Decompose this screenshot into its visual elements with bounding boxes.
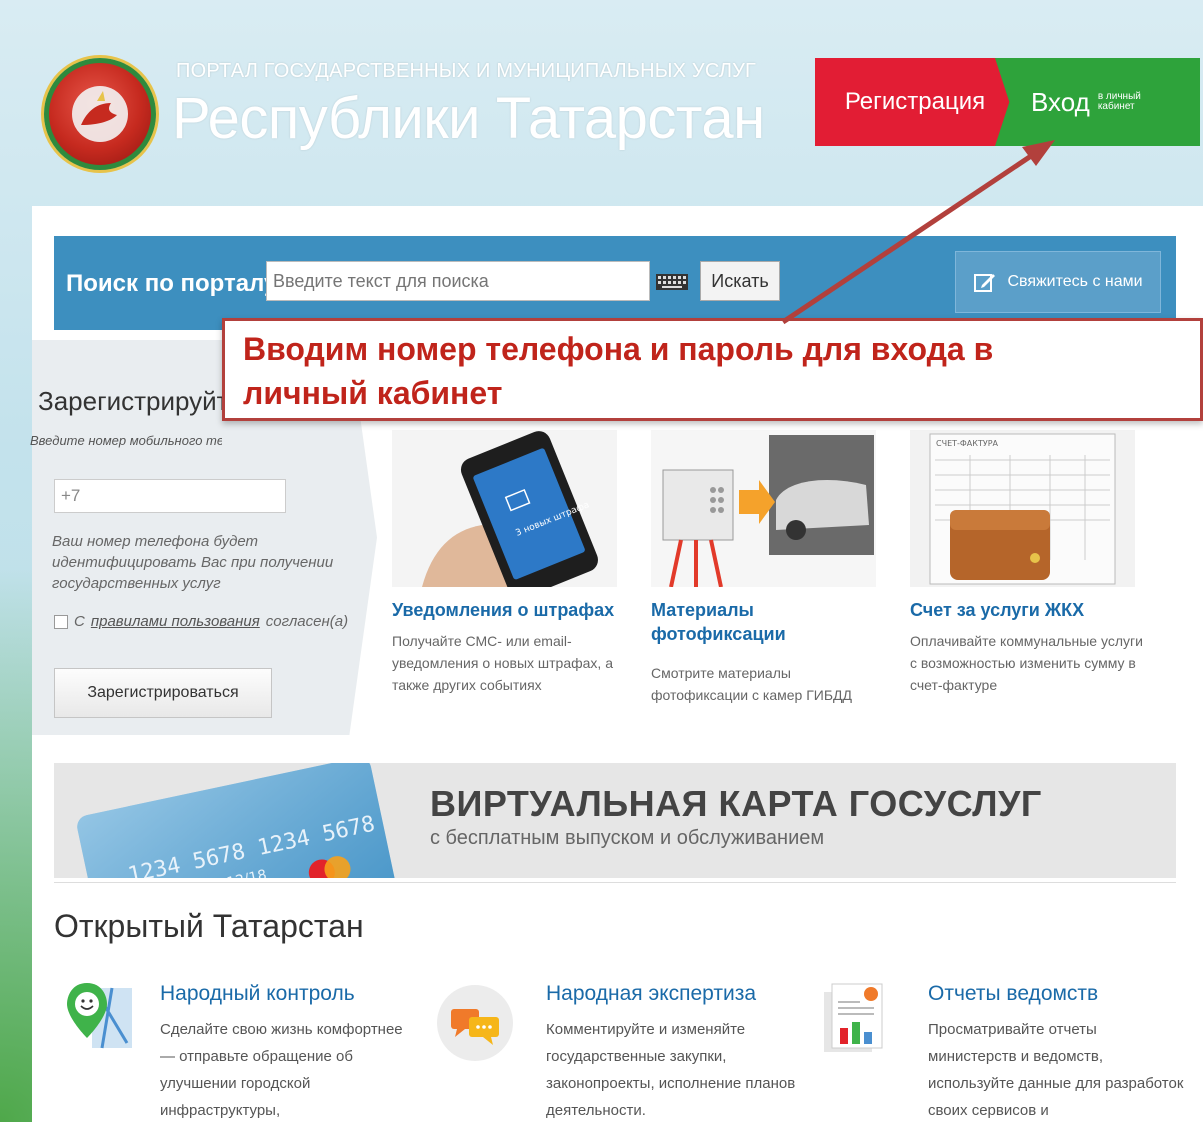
site-header: ПОРТАЛ ГОСУДАРСТВЕННЫХ И МУНИЦИПАЛЬНЫХ У… xyxy=(0,0,1203,205)
terms-prefix: С xyxy=(74,613,85,630)
service-desc-fines: Получайте СМС- или email-уведомления о н… xyxy=(392,633,613,693)
report-document-icon[interactable] xyxy=(816,978,896,1058)
service-desc-housing: Оплачивайте коммунальные услуги с возмож… xyxy=(910,633,1143,693)
open-item-desc-reports: Просматривайте отчеты министерств и ведо… xyxy=(928,1021,1184,1119)
registration-hint: Введите номер мобильного телефона xyxy=(30,433,222,448)
service-desc-photo: Смотрите материалы фотофиксации с камер … xyxy=(651,665,852,703)
map-pin-smiley-icon[interactable] xyxy=(62,978,142,1058)
terms-agreement: С правилами пользования согласен(а) xyxy=(54,613,348,630)
search-button[interactable]: Искать xyxy=(700,261,780,301)
contact-us-button[interactable]: Свяжитесь с нами xyxy=(955,251,1161,313)
register-button[interactable]: Регистрация xyxy=(815,58,1015,146)
login-sublabel: в личный кабинет xyxy=(1098,92,1141,112)
open-tatarstan-title: Открытый Татарстан xyxy=(54,908,364,944)
callout-line-1: Вводим номер телефона и пароль для входа… xyxy=(243,331,994,367)
open-item-desc-control: Сделайте свою жизнь комфортнее — отправь… xyxy=(160,1021,403,1119)
instruction-callout: Вводим номер телефона и пароль для входа… xyxy=(222,318,1203,421)
service-title-photo[interactable]: Материалы фотофиксации xyxy=(651,598,851,646)
open-item-title-expertise[interactable]: Народная экспертиза xyxy=(546,982,756,1006)
edit-icon xyxy=(974,274,996,292)
terms-link[interactable]: правилами пользования xyxy=(91,613,260,630)
keyboard-icon[interactable] xyxy=(656,274,688,290)
search-input[interactable] xyxy=(266,261,650,301)
virtual-card-subtitle: с бесплатным выпуском и обслуживанием xyxy=(430,827,825,849)
housing-bill-image[interactable]: СЧЕТ-ФАКТУРА xyxy=(910,430,1135,587)
photo-fixation-image[interactable] xyxy=(651,430,876,587)
tatarstan-emblem-icon[interactable] xyxy=(44,58,156,170)
register-submit-button[interactable]: Зарегистрироваться xyxy=(54,668,272,718)
contact-us-label: Свяжитесь с нами xyxy=(1007,273,1143,290)
login-sublabel-line2: кабинет xyxy=(1097,101,1135,112)
portal-title: Республики Татарстан xyxy=(172,86,765,151)
virtual-card-title[interactable]: ВИРТУАЛЬНАЯ КАРТА ГОСУСЛУГ xyxy=(430,783,1042,825)
service-title-housing[interactable]: Счет за услуги ЖКХ xyxy=(910,598,1084,622)
bank-card-image: 1234 5678 1234 5678 12/18 card xyxy=(77,763,398,878)
search-label: Поиск по порталу: xyxy=(66,270,286,297)
terms-checkbox[interactable] xyxy=(54,614,68,629)
portal-subtitle: ПОРТАЛ ГОСУДАРСТВЕННЫХ И МУНИЦИПАЛЬНЫХ У… xyxy=(176,60,757,82)
login-label: Вход xyxy=(1031,86,1090,117)
phone-input[interactable] xyxy=(54,479,286,513)
section-divider xyxy=(54,882,1176,883)
phone-note: Ваш номер телефона будет идентифицироват… xyxy=(52,533,334,592)
chat-bubbles-icon[interactable] xyxy=(435,983,515,1063)
open-item-title-control[interactable]: Народный контроль xyxy=(160,982,355,1006)
open-item-title-reports[interactable]: Отчеты ведомств xyxy=(928,982,1098,1006)
callout-line-2: личный кабинет xyxy=(243,375,503,411)
terms-suffix: согласен(а) xyxy=(265,613,349,630)
service-title-fines[interactable]: Уведомления о штрафах xyxy=(392,598,614,622)
invoice-label: СЧЕТ-ФАКТУРА xyxy=(936,439,999,448)
open-item-desc-expertise: Комментируйте и изменяйте государственны… xyxy=(546,1021,796,1119)
fines-notification-image[interactable]: 3 новых штрафа xyxy=(392,430,617,587)
login-button[interactable]: Вход в личный кабинет xyxy=(995,58,1200,146)
